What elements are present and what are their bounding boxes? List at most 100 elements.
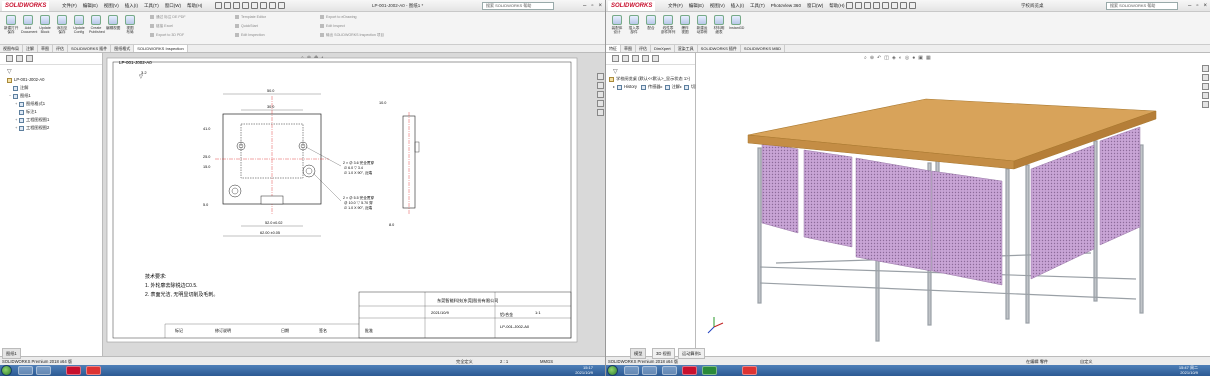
command-tab[interactable]: SOLIDWORKS MBD [741, 45, 786, 52]
ie-taskbar-icon[interactable] [662, 366, 677, 375]
menu-item[interactable]: 窗口(W) [165, 2, 181, 10]
ribbon-button[interactable]: Update Config [72, 15, 86, 34]
tree-root[interactable]: 学校阅览桌 (默认<<默认>_显示状态 1>) [609, 75, 693, 83]
tree-node[interactable]: 传感器 [637, 83, 661, 91]
open-icon[interactable] [855, 2, 862, 9]
help-search-input[interactable]: 搜索 SOLIDWORKS 帮助 [482, 2, 554, 10]
drawing-viewport[interactable]: ⌕⊕✥◐ LP-001-J002-A0 ▽ 3.2 [103, 53, 605, 356]
tree-node[interactable]: + 工程图视图1 [3, 116, 100, 124]
minimize-icon[interactable]: – [583, 1, 586, 11]
command-tab[interactable]: 渲染工具 [675, 45, 698, 52]
ribbon-button[interactable]: 视图 布局 [123, 15, 137, 34]
config-tab-icon[interactable] [26, 55, 33, 62]
tree-node[interactable]: ▸ 注解 [661, 83, 680, 91]
browser-taskbar-icon[interactable] [36, 366, 51, 375]
minimize-icon[interactable]: – [1188, 1, 1191, 11]
ribbon-small-command[interactable]: 链接 Excel [150, 24, 173, 29]
command-tab[interactable]: 图纸格式 [111, 45, 135, 52]
ribbon-button[interactable]: 添加至 保存 [55, 15, 69, 34]
select-icon[interactable] [891, 2, 898, 9]
rebuild-icon[interactable] [900, 2, 907, 9]
tree-node[interactable]: ▸ History [613, 83, 637, 91]
menu-item[interactable]: 插入(I) [125, 2, 138, 10]
solidworks-taskbar-icon[interactable] [86, 366, 101, 375]
command-tab[interactable]: 注解 [23, 45, 38, 52]
rebuild-icon[interactable] [269, 2, 276, 9]
command-tab[interactable]: 特征 [606, 45, 621, 52]
menu-item[interactable]: 帮助(H) [187, 2, 202, 10]
open-icon[interactable] [224, 2, 231, 9]
clock[interactable]: 15:17 2021/10/9 [575, 365, 593, 375]
command-tab[interactable]: 草图 [621, 45, 636, 52]
feature-tree-tab-icon[interactable] [612, 55, 619, 62]
ribbon-button[interactable]: Create Published [89, 15, 105, 34]
clock[interactable]: 15:47 周二 2021/10/9 [1179, 365, 1198, 375]
tree-node[interactable]: + 工程图视图2 [3, 124, 100, 132]
property-tab-icon[interactable] [16, 55, 23, 62]
save-icon[interactable] [233, 2, 240, 9]
resources-icon[interactable] [1202, 65, 1209, 72]
command-tab[interactable]: 视图布局 [0, 45, 23, 52]
menu-item[interactable]: 工具(T) [750, 2, 765, 10]
menu-item[interactable]: 文件(F) [668, 2, 683, 10]
filter-icon[interactable]: ▽ [613, 68, 618, 75]
command-tab[interactable]: 评估 [53, 45, 68, 52]
restore-icon[interactable]: ▫ [591, 1, 593, 11]
ribbon-button[interactable]: 配合 [644, 15, 658, 30]
tree-node[interactable]: − 图纸1 [3, 92, 100, 100]
graphics-area[interactable]: ⌕ ⊕ ↶ ◫ ◈ ◐ ◎ ● ▣ ▦ [696, 53, 1210, 356]
help-search-input[interactable]: 搜索 SOLIDWORKS 帮助 [1106, 2, 1178, 10]
explorer-taskbar-icon[interactable] [18, 366, 33, 375]
appearances-icon[interactable] [597, 109, 604, 116]
menu-item[interactable]: PhotoView 360 [771, 2, 801, 10]
ribbon-small-command[interactable]: Export to 3D PDF [150, 33, 184, 38]
menu-item[interactable]: 编辑(E) [689, 2, 704, 10]
command-tab[interactable]: SOLIDWORKS 插件 [68, 45, 112, 52]
appearances-icon[interactable] [1202, 101, 1209, 108]
tree-node[interactable]: 标注1 [3, 108, 100, 116]
ribbon-button[interactable]: 爆炸 视图 [678, 15, 692, 34]
ribbon-button[interactable]: 新建运 动算例 [695, 15, 709, 34]
close-icon[interactable]: × [598, 1, 602, 11]
design-library-icon[interactable] [1202, 74, 1209, 81]
ribbon-small-command[interactable]: QuickStart [235, 24, 258, 29]
solidworks-logo[interactable]: SOLIDWORKS [2, 1, 50, 11]
ribbon-button[interactable]: 插入零 部件 [627, 15, 641, 34]
resources-icon[interactable] [597, 73, 604, 80]
filter-icon[interactable]: ▽ [7, 68, 12, 75]
dimxpert-tab-icon[interactable] [642, 55, 649, 62]
view-palette-icon[interactable] [1202, 92, 1209, 99]
property-tab-icon[interactable] [622, 55, 629, 62]
motion-study-tab[interactable]: 运动算例1 [678, 348, 706, 359]
menu-item[interactable]: 窗口(W) [807, 2, 823, 10]
tree-node[interactable]: 注解 [3, 84, 100, 92]
ribbon-small-command[interactable]: Template Editor [235, 15, 266, 20]
new-icon[interactable] [846, 2, 853, 9]
ribbon-small-command[interactable]: Edit Inspect [320, 24, 345, 29]
ribbon-small-command[interactable]: 通过 标注 DE PDF [150, 15, 186, 20]
file-explorer-icon[interactable] [597, 91, 604, 98]
feature-tree-tab-icon[interactable] [6, 55, 13, 62]
solidworks-taskbar-icon[interactable] [742, 366, 757, 375]
undo-icon[interactable] [251, 2, 258, 9]
explorer-taskbar-icon[interactable] [624, 366, 639, 375]
ribbon-button[interactable]: Add Document [21, 15, 37, 34]
options-icon[interactable] [909, 2, 916, 9]
close-icon[interactable]: × [1203, 1, 1207, 11]
start-button[interactable] [607, 365, 618, 376]
ribbon-button[interactable]: Update Block [38, 15, 52, 34]
command-tab[interactable]: SOLIDWORKS 插件 [698, 45, 741, 52]
command-tab[interactable]: DimXpert [651, 45, 675, 52]
command-tab[interactable]: 草图 [38, 45, 53, 52]
command-tab[interactable]: SOLIDWORKS Inspection [134, 45, 188, 52]
wps-taskbar-icon[interactable] [682, 366, 697, 375]
menu-item[interactable]: 文件(F) [62, 2, 77, 10]
save-icon[interactable] [864, 2, 871, 9]
menu-item[interactable]: 视图(V) [710, 2, 725, 10]
undo-icon[interactable] [882, 2, 889, 9]
print-icon[interactable] [242, 2, 249, 9]
ribbon-button[interactable]: 装配体 设计 [610, 15, 624, 34]
options-icon[interactable] [278, 2, 285, 9]
print-icon[interactable] [873, 2, 880, 9]
browser-taskbar-icon[interactable] [642, 366, 657, 375]
